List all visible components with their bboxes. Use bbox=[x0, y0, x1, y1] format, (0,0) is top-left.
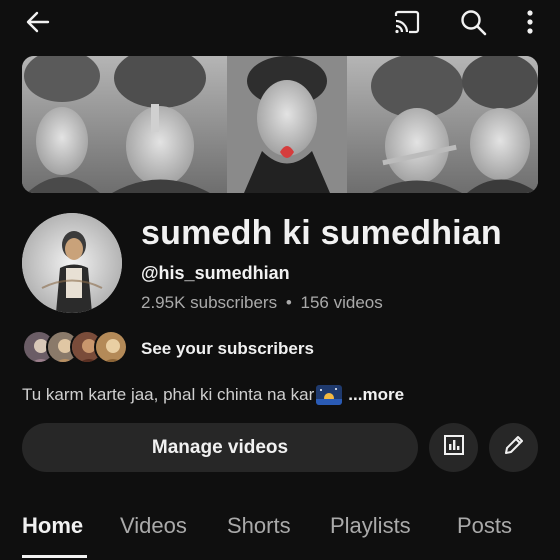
channel-banner bbox=[22, 56, 538, 193]
analytics-icon bbox=[442, 433, 466, 462]
channel-description[interactable]: Tu karm karte jaa, phal ki chinta na kar… bbox=[22, 385, 404, 405]
search-icon[interactable] bbox=[455, 4, 491, 40]
tab-playlists[interactable]: Playlists bbox=[330, 513, 411, 539]
see-subscribers-row[interactable]: See your subscribers bbox=[22, 330, 342, 366]
cast-icon[interactable] bbox=[389, 4, 425, 40]
channel-name: sumedh ki sumedhian bbox=[141, 214, 502, 252]
top-app-bar bbox=[0, 0, 560, 44]
tab-shorts[interactable]: Shorts bbox=[227, 513, 291, 539]
stats-separator: • bbox=[285, 293, 292, 312]
subscriber-avatars bbox=[22, 330, 132, 366]
subscriber-avatar bbox=[94, 330, 128, 364]
channel-stats: 2.95K subscribers • 156 videos bbox=[141, 293, 383, 313]
subscriber-count: 2.95K subscribers bbox=[141, 293, 278, 312]
pencil-icon bbox=[502, 433, 526, 462]
analytics-button[interactable] bbox=[429, 423, 478, 472]
see-subscribers-label: See your subscribers bbox=[141, 339, 314, 358]
channel-handle: @his_sumedhian bbox=[141, 263, 290, 283]
active-tab-indicator bbox=[22, 555, 87, 558]
arrow-left-icon[interactable] bbox=[20, 4, 56, 40]
tab-posts[interactable]: Posts bbox=[457, 513, 512, 539]
channel-tabs: Home Videos Shorts Playlists Posts bbox=[0, 505, 560, 560]
more-vertical-icon[interactable] bbox=[512, 4, 548, 40]
video-count: 156 videos bbox=[300, 293, 383, 312]
manage-videos-button[interactable]: Manage videos bbox=[22, 423, 418, 472]
tab-videos[interactable]: Videos bbox=[120, 513, 187, 539]
description-more-link[interactable]: ...more bbox=[348, 385, 404, 405]
sunset-emoji-icon bbox=[316, 385, 343, 405]
channel-avatar[interactable] bbox=[22, 213, 122, 313]
edit-channel-button[interactable] bbox=[489, 423, 538, 472]
description-text: Tu karm karte jaa, phal ki chinta na kar bbox=[22, 385, 315, 404]
tab-home[interactable]: Home bbox=[22, 513, 83, 539]
